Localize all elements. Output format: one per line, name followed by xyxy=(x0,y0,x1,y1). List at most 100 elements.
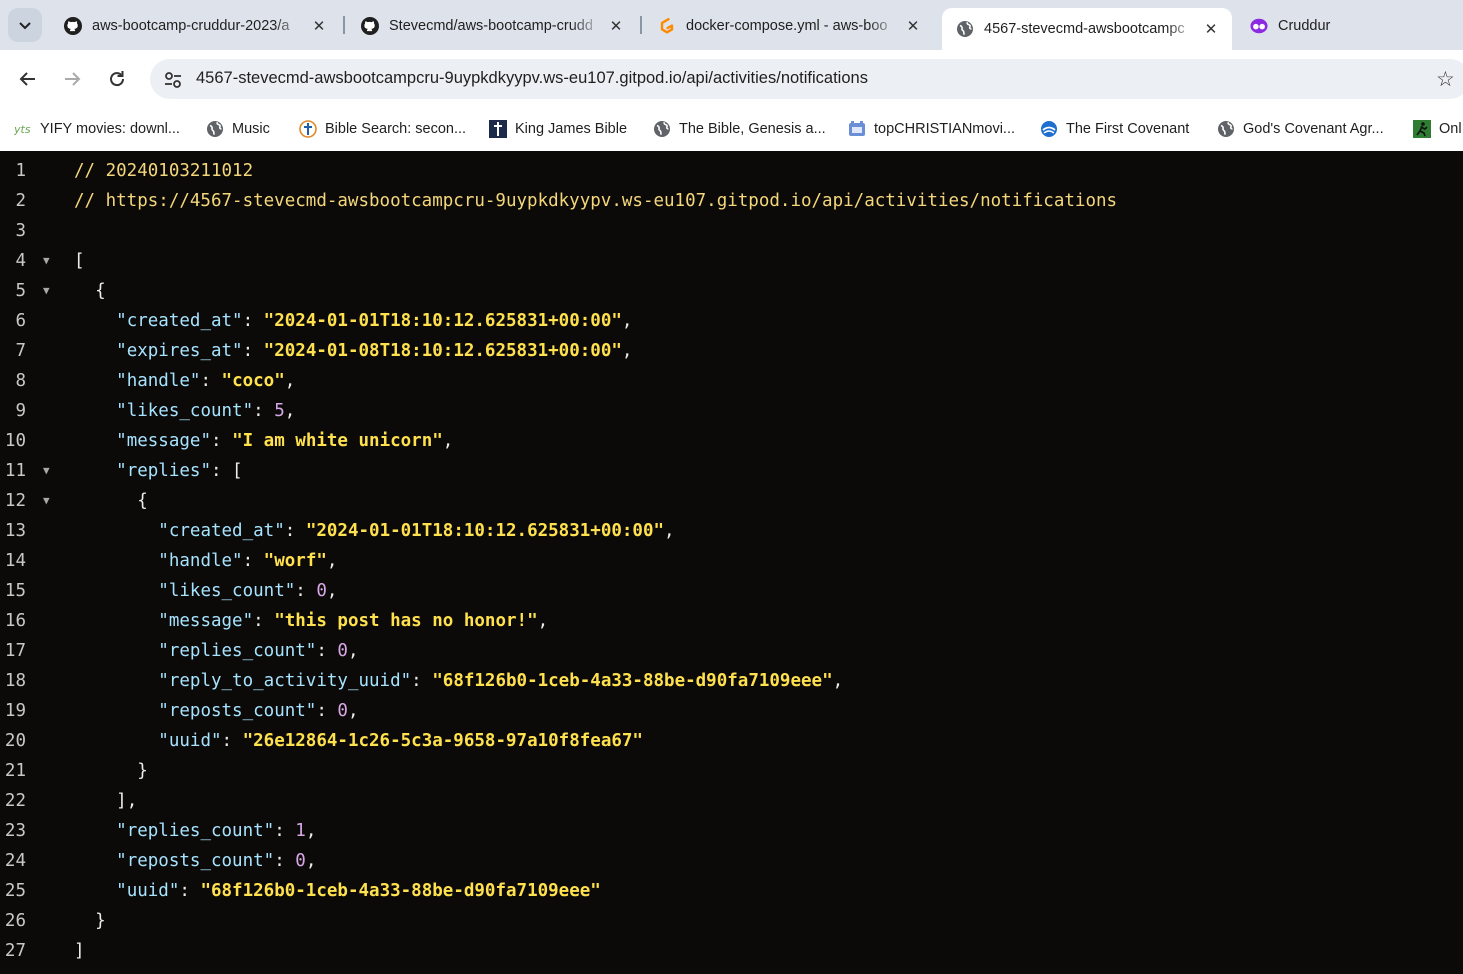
tab-cruddur[interactable]: ●● Cruddur xyxy=(1236,6,1463,46)
code-text: "replies_count": 1, xyxy=(74,816,316,846)
github-icon xyxy=(361,17,379,35)
url-text[interactable]: 4567-stevecmd-awsbootcampcru-9uypkdkyypv… xyxy=(196,69,868,88)
bookmark-gods-covenant[interactable]: God's Covenant Agr... xyxy=(1217,117,1384,141)
fold-toggle-icon[interactable]: ▼ xyxy=(43,456,50,486)
code-text: "created_at": "2024-01-01T18:10:12.62583… xyxy=(74,516,674,546)
json-string-value: "2024-01-01T18:10:12.625831+00:00" xyxy=(305,521,665,541)
code-line: 9 "likes_count": 5, xyxy=(0,396,1463,426)
bookmark-label: The Bible, Genesis a... xyxy=(679,121,826,137)
bookmark-star-icon[interactable]: ☆ xyxy=(1436,67,1455,92)
forward-button[interactable] xyxy=(56,63,88,95)
svg-text:yts: yts xyxy=(14,123,31,136)
tab-strip: aws-bootcamp-cruddur-2023/a ✕ Stevecmd/a… xyxy=(0,0,1463,50)
json-key: "replies" xyxy=(116,461,211,481)
json-punctuation: , xyxy=(347,701,359,721)
bookmark-label: King James Bible xyxy=(515,121,628,137)
code-line: 27] xyxy=(0,936,1463,966)
json-punctuation: , xyxy=(832,671,844,691)
tab-api-notifications[interactable]: 4567-stevecmd-awsbootcampc ✕ xyxy=(942,8,1232,50)
tab-search-button[interactable] xyxy=(8,8,42,42)
back-button[interactable] xyxy=(12,63,44,95)
code-line: 26 } xyxy=(0,906,1463,936)
line-number: 22 xyxy=(4,791,26,811)
json-key: "replies_count" xyxy=(158,641,317,661)
tab-docker-compose[interactable]: docker-compose.yml - aws-boo ✕ xyxy=(644,6,934,46)
bookmark-yify[interactable]: yts YIFY movies: downl... xyxy=(14,117,180,141)
json-punctuation: , xyxy=(442,431,454,451)
json-key: "created_at" xyxy=(158,521,285,541)
json-punctuation: [ xyxy=(74,251,85,271)
code-text: "uuid": "68f126b0-1ceb-4a33-88be-d90fa71… xyxy=(74,876,601,906)
json-punctuation: , xyxy=(621,311,633,331)
close-icon[interactable]: ✕ xyxy=(306,13,332,39)
json-punctuation: : xyxy=(316,701,338,721)
json-string-value: "worf" xyxy=(263,551,327,571)
fold-toggle-icon[interactable]: ▼ xyxy=(43,276,50,306)
code-text: "message": "I am white unicorn", xyxy=(74,426,453,456)
json-number-value: 1 xyxy=(295,821,306,841)
address-bar[interactable]: 4567-stevecmd-awsbootcampcru-9uypkdkyypv… xyxy=(150,59,1463,99)
site-settings-icon[interactable] xyxy=(162,69,184,91)
code-line: 15 "likes_count": 0, xyxy=(0,576,1463,606)
close-icon[interactable]: ✕ xyxy=(1198,16,1224,42)
code-text: { xyxy=(74,486,148,516)
bookmark-topchristianmovies[interactable]: topCHRISTIANmovi... xyxy=(848,117,1015,141)
line-number: 20 xyxy=(4,731,26,751)
reload-button[interactable] xyxy=(101,63,133,95)
json-punctuation: : xyxy=(274,821,296,841)
json-number-value: 0 xyxy=(295,851,306,871)
code-text: "reposts_count": 0, xyxy=(74,846,316,876)
line-number: 3 xyxy=(15,221,26,241)
line-number: 19 xyxy=(4,701,26,721)
code-line: 2 // https://4567-stevecmd-awsbootcampcru… xyxy=(0,186,1463,216)
bookmark-king-james[interactable]: King James Bible xyxy=(489,117,627,141)
code-line: 3 xyxy=(0,216,1463,246)
json-key: "created_at" xyxy=(116,311,243,331)
close-icon[interactable]: ✕ xyxy=(603,13,629,39)
fold-toggle-icon[interactable]: ▼ xyxy=(43,486,50,516)
json-punctuation: , xyxy=(621,341,633,361)
json-punctuation: : xyxy=(242,341,264,361)
bookmark-label: YIFY movies: downl... xyxy=(40,121,180,137)
fold-toggle-icon[interactable]: ▼ xyxy=(43,246,50,276)
json-punctuation: : xyxy=(274,851,296,871)
json-punctuation: , xyxy=(305,821,317,841)
line-number: 7 xyxy=(15,341,26,361)
code-text: "message": "this post has no honor!", xyxy=(74,606,548,636)
bookmark-music[interactable]: Music xyxy=(206,117,270,141)
json-punctuation: : xyxy=(210,431,233,451)
json-key: "message" xyxy=(116,431,211,451)
bookmark-onl[interactable]: Onl xyxy=(1413,117,1462,141)
bookmark-first-covenant[interactable]: The First Covenant xyxy=(1040,117,1189,141)
runner-icon xyxy=(1413,120,1431,138)
json-key: "message" xyxy=(158,611,254,631)
code-text: "uuid": "26e12864-1c26-5c3a-9658-97a10f8… xyxy=(74,726,643,756)
tab-stevecmd-repo[interactable]: Stevecmd/aws-bootcamp-crudd ✕ xyxy=(347,6,637,46)
tab-aws-bootcamp-repo[interactable]: aws-bootcamp-cruddur-2023/a ✕ xyxy=(50,6,340,46)
json-string-value: "68f126b0-1ceb-4a33-88be-d90fa7109eee" xyxy=(432,671,833,691)
close-icon[interactable]: ✕ xyxy=(900,13,926,39)
line-number: 24 xyxy=(4,851,26,871)
bookmark-bible-search[interactable]: Bible Search: secon... xyxy=(299,117,466,141)
arrow-left-icon xyxy=(19,72,35,86)
json-string-value: "coco" xyxy=(221,371,285,391)
line-number: 8 xyxy=(15,371,26,391)
json-punctuation: : xyxy=(411,671,433,691)
json-key: "uuid" xyxy=(158,731,222,751)
json-number-value: 0 xyxy=(316,581,327,601)
bookmark-label: topCHRISTIANmovi... xyxy=(874,121,1015,137)
json-punctuation: , xyxy=(305,851,317,871)
bookmark-bible-genesis[interactable]: The Bible, Genesis a... xyxy=(653,117,826,141)
json-key: "replies_count" xyxy=(116,821,275,841)
json-key: "expires_at" xyxy=(116,341,243,361)
